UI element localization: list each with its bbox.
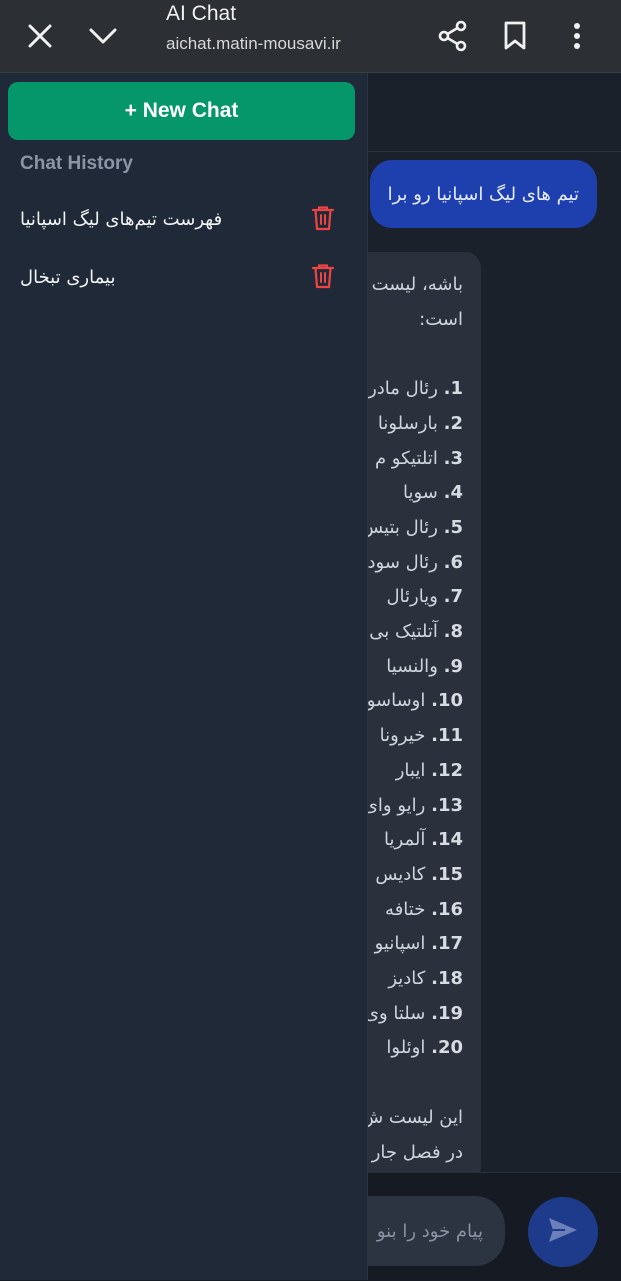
list-text: رایو وای <box>363 794 426 816</box>
bookmark-icon[interactable] <box>500 0 530 72</box>
trash-icon[interactable] <box>310 203 336 233</box>
new-chat-button[interactable]: + New Chat <box>8 82 355 140</box>
history-item-label[interactable]: فهرست تیم‌های لیگ اسپانیا <box>20 209 222 230</box>
list-text: ایبار <box>395 759 426 781</box>
chevron-down-icon[interactable] <box>86 0 120 72</box>
history-item[interactable]: بیماری تبخال <box>0 249 367 305</box>
list-number: 7. <box>443 586 463 608</box>
list-number: 6. <box>443 551 463 573</box>
list-text: ختافه <box>385 898 426 920</box>
share-icon[interactable] <box>436 0 470 72</box>
list-text: رئال سود <box>367 551 438 573</box>
list-text: سویا <box>403 482 438 504</box>
list-number: 4. <box>443 482 463 504</box>
message-input-placeholder: پیام خود را بنو <box>376 1220 483 1242</box>
list-number: 18. <box>431 968 463 990</box>
send-icon <box>547 1216 579 1248</box>
browser-toolbar: AI Chat aichat.matin-mousavi.ir <box>0 0 621 73</box>
list-number: 17. <box>431 933 463 955</box>
list-number: 12. <box>431 759 463 781</box>
list-number: 16. <box>431 898 463 920</box>
list-number: 8. <box>443 621 463 643</box>
list-number: 20. <box>431 1037 463 1059</box>
page-url[interactable]: aichat.matin-mousavi.ir <box>166 34 341 54</box>
list-text: آتلتیک بی <box>369 621 438 643</box>
trash-icon[interactable] <box>310 261 336 291</box>
chat-history-heading: Chat History <box>20 153 133 174</box>
close-icon[interactable] <box>22 0 58 72</box>
chat-sidebar: + New Chat Chat History فهرست تیم‌های لی… <box>0 73 368 1280</box>
list-number: 11. <box>431 725 463 747</box>
page-title: AI Chat <box>166 2 237 25</box>
list-text: رئال مادر <box>368 378 438 400</box>
history-item-label[interactable]: بیماری تبخال <box>20 267 115 288</box>
list-text: بارسلونا <box>377 412 438 434</box>
list-number: 13. <box>431 794 463 816</box>
list-number: 1. <box>443 378 463 400</box>
list-number: 15. <box>431 863 463 885</box>
list-text: ویارئال <box>386 586 438 608</box>
more-vert-icon[interactable] <box>566 0 588 72</box>
list-text: والنسیا <box>386 655 438 677</box>
list-text: اوئلوا <box>386 1037 426 1059</box>
list-number: 14. <box>431 829 463 851</box>
list-text: کادیس <box>375 863 426 885</box>
list-number: 9. <box>443 655 463 677</box>
list-text: اوساسو <box>366 690 426 712</box>
list-text: اتلتیکو م <box>374 447 438 469</box>
list-text: سلتا وی <box>364 1002 426 1024</box>
list-text: کادیز <box>388 968 426 990</box>
send-button[interactable] <box>528 1197 598 1267</box>
list-number: 10. <box>431 690 463 712</box>
history-item[interactable]: فهرست تیم‌های لیگ اسپانیا <box>0 191 367 247</box>
list-text: آلمریا <box>384 829 426 851</box>
list-number: 2. <box>443 412 463 434</box>
list-text: رئال بتیس <box>361 516 438 538</box>
list-number: 3. <box>443 447 463 469</box>
list-text: خیرونا <box>379 725 426 747</box>
user-message-bubble: تیم های لیگ اسپانیا رو برا <box>369 160 597 228</box>
list-text: اسپانیو <box>374 933 426 955</box>
user-message-text: تیم های لیگ اسپانیا رو برا <box>387 183 579 205</box>
list-number: 19. <box>431 1002 463 1024</box>
list-number: 5. <box>443 516 463 538</box>
